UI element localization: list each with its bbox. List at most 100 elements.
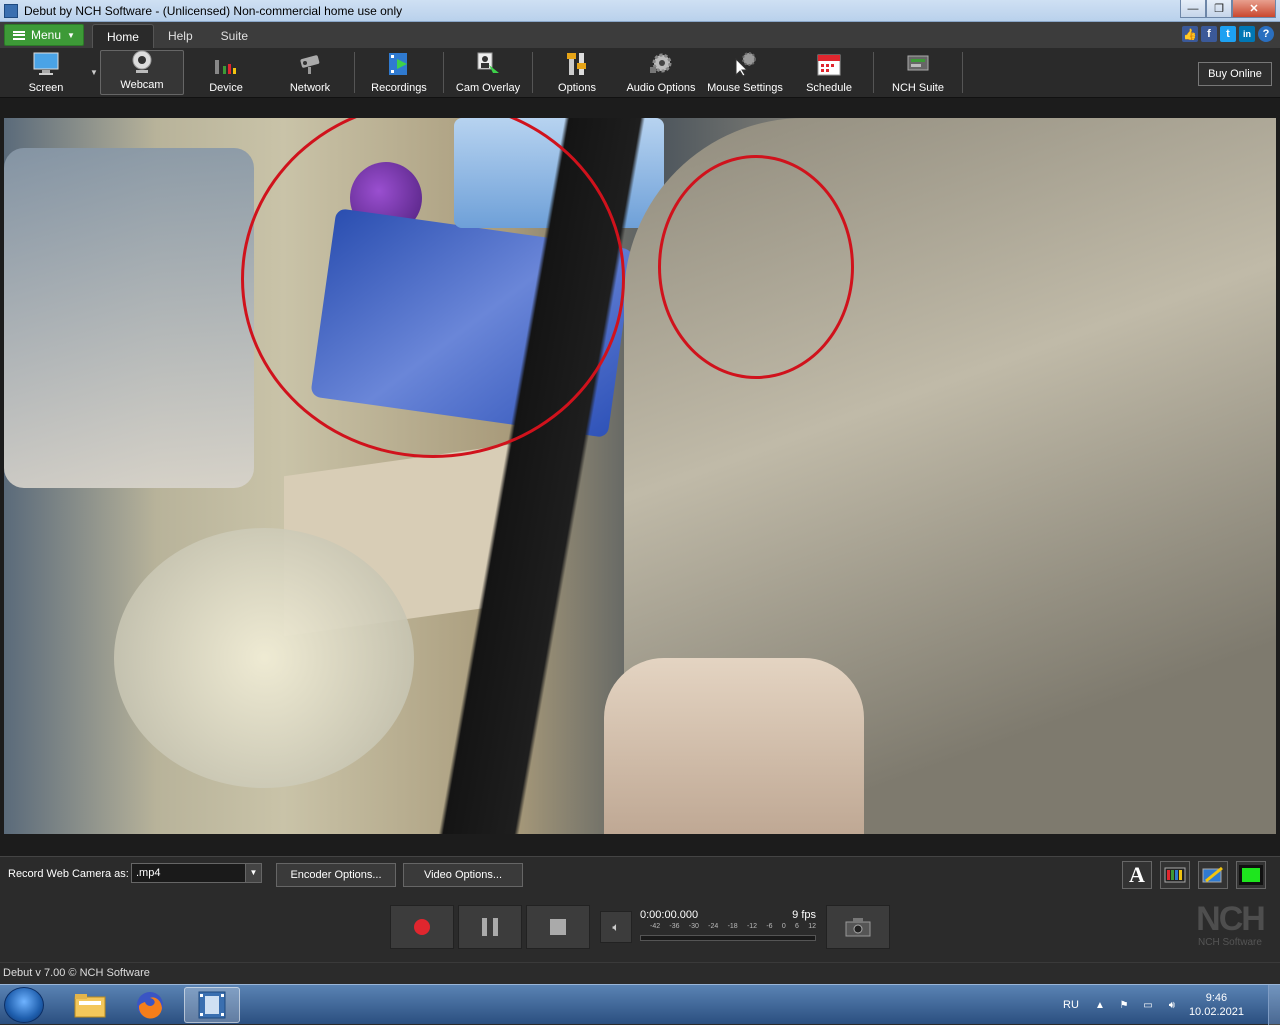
toolbar-separator bbox=[532, 52, 533, 93]
options-icon bbox=[563, 50, 591, 78]
window-title: Debut by NCH Software - (Unlicensed) Non… bbox=[24, 3, 403, 18]
close-button[interactable]: ✕ bbox=[1232, 0, 1276, 18]
tool-mouse-settings[interactable]: Mouse Settings bbox=[703, 48, 787, 97]
scale-tick: -12 bbox=[746, 923, 758, 930]
taskbar-debut[interactable] bbox=[184, 987, 240, 1023]
status-bar: Debut v 7.00 © NCH Software bbox=[0, 962, 1280, 984]
tool-webcam[interactable]: Webcam bbox=[100, 50, 184, 95]
chevron-down-icon: ▼ bbox=[67, 30, 75, 40]
tool-schedule[interactable]: Schedule bbox=[787, 48, 871, 97]
language-indicator[interactable]: RU bbox=[1063, 999, 1079, 1011]
menu-button[interactable]: Menu ▼ bbox=[4, 24, 84, 46]
tool-cam-overlay[interactable]: Cam Overlay bbox=[446, 48, 530, 97]
tool-options[interactable]: Options bbox=[535, 48, 619, 97]
record-as-label: Record Web Camera as: bbox=[8, 868, 129, 880]
encoder-options-button[interactable]: Encoder Options... bbox=[276, 863, 396, 887]
like-icon[interactable]: 👍 bbox=[1182, 26, 1198, 42]
taskbar-firefox[interactable] bbox=[122, 987, 178, 1023]
device-icon bbox=[212, 50, 240, 78]
tool-label: Cam Overlay bbox=[455, 82, 521, 94]
nch-logo-subtext: NCH Software bbox=[1198, 937, 1262, 948]
snapshot-button[interactable] bbox=[826, 905, 890, 949]
buy-online-button[interactable]: Buy Online bbox=[1198, 62, 1272, 86]
start-button[interactable] bbox=[4, 987, 44, 1023]
tool-audio-options[interactable]: Audio Options bbox=[619, 48, 703, 97]
format-select[interactable]: .mp4 ▼ bbox=[131, 863, 262, 883]
chevron-down-icon: ▼ bbox=[245, 864, 261, 882]
facebook-icon[interactable]: f bbox=[1201, 26, 1217, 42]
text-caption-button[interactable]: A bbox=[1122, 861, 1152, 889]
tab-suite[interactable]: Suite bbox=[207, 24, 262, 48]
tool-label: Device bbox=[209, 82, 243, 94]
pause-button[interactable] bbox=[458, 905, 522, 949]
nch-logo: NCH NCH Software bbox=[1188, 901, 1272, 948]
mouse-settings-icon bbox=[731, 50, 759, 78]
tray-expand-icon[interactable]: ▲ bbox=[1093, 998, 1107, 1012]
tool-nch-suite[interactable]: NCH Suite bbox=[876, 48, 960, 97]
fps-readout: 9 fps bbox=[792, 909, 816, 921]
level-meter: 0:00:00.000 9 fps -42 -36 -30 -24 -18 -1… bbox=[640, 909, 818, 949]
maximize-button[interactable]: ❐ bbox=[1206, 0, 1232, 18]
ribbon-tabs: Menu ▼ Home Help Suite 👍 f t in ? bbox=[0, 22, 1280, 48]
minimize-button[interactable]: — bbox=[1180, 0, 1206, 18]
twitter-icon[interactable]: t bbox=[1220, 26, 1236, 42]
pause-icon bbox=[482, 918, 498, 936]
tool-label: Recordings bbox=[371, 82, 427, 94]
nch-logo-text: NCH bbox=[1196, 900, 1266, 938]
hamburger-icon bbox=[13, 30, 25, 40]
tool-screen[interactable]: Screen bbox=[4, 48, 88, 97]
help-icon[interactable]: ? bbox=[1258, 26, 1274, 42]
app-icon bbox=[4, 3, 18, 18]
tab-home[interactable]: Home bbox=[91, 24, 154, 48]
network-icon[interactable]: ▭ bbox=[1141, 998, 1155, 1012]
clock[interactable]: 9:46 10.02.2021 bbox=[1189, 991, 1244, 1019]
color-adjust-button[interactable] bbox=[1160, 861, 1190, 889]
elapsed-time: 0:00:00.000 bbox=[640, 909, 699, 921]
toolbar-separator bbox=[962, 52, 963, 93]
green-screen-button[interactable] bbox=[1236, 861, 1266, 889]
format-value: .mp4 bbox=[136, 867, 161, 879]
text-icon: A bbox=[1129, 862, 1145, 887]
tool-label: Webcam bbox=[120, 79, 164, 91]
record-button[interactable] bbox=[390, 905, 454, 949]
scale-tick: -36 bbox=[669, 923, 680, 930]
firefox-icon bbox=[137, 992, 163, 1019]
menu-label: Menu bbox=[31, 28, 62, 42]
scale-tick: 6 bbox=[795, 923, 799, 930]
stop-button[interactable] bbox=[526, 905, 590, 949]
scale-tick: 0 bbox=[781, 923, 786, 930]
toolbar-separator bbox=[873, 52, 874, 93]
speaker-icon: 🔈︎ bbox=[612, 919, 620, 934]
taskbar-explorer[interactable] bbox=[62, 987, 118, 1023]
system-tray: RU ▲ ⚑ ▭ 🔊︎ 9:46 10.02.2021 bbox=[1063, 985, 1280, 1025]
toolbar: Screen ▼ Webcam Device Network Recording… bbox=[0, 48, 1280, 98]
calendar-icon bbox=[815, 50, 843, 78]
scale-tick: -24 bbox=[708, 923, 719, 930]
color-bars-icon bbox=[1164, 867, 1186, 883]
folder-icon bbox=[74, 994, 106, 1018]
tool-recordings[interactable]: Recordings bbox=[357, 48, 441, 97]
scale-tick: -6 bbox=[766, 923, 773, 930]
tool-device[interactable]: Device bbox=[184, 48, 268, 97]
tool-network[interactable]: Network bbox=[268, 48, 352, 97]
clock-time: 9:46 bbox=[1205, 992, 1228, 1004]
scale-tick: -30 bbox=[688, 923, 699, 930]
volume-button[interactable]: 🔈︎ bbox=[600, 911, 632, 943]
network-camera-icon bbox=[296, 50, 324, 78]
video-options-button[interactable]: Video Options... bbox=[403, 863, 523, 887]
tool-label: Options bbox=[558, 82, 596, 94]
audio-options-icon bbox=[647, 50, 675, 78]
tab-help[interactable]: Help bbox=[154, 24, 207, 48]
tool-label: NCH Suite bbox=[892, 82, 944, 94]
action-center-icon[interactable]: ⚑ bbox=[1117, 998, 1131, 1012]
title-bar: Debut by NCH Software - (Unlicensed) Non… bbox=[0, 0, 1280, 22]
effects-icon bbox=[1202, 866, 1223, 883]
video-effects-button[interactable] bbox=[1198, 861, 1228, 889]
volume-icon[interactable]: 🔊︎ bbox=[1165, 998, 1179, 1012]
cam-overlay-icon bbox=[474, 50, 502, 78]
show-desktop-button[interactable] bbox=[1268, 985, 1280, 1025]
scale-tick: -42 bbox=[650, 923, 661, 930]
linkedin-icon[interactable]: in bbox=[1239, 26, 1255, 42]
screen-dropdown-arrow[interactable]: ▼ bbox=[88, 48, 100, 97]
filmstrip-icon bbox=[1239, 865, 1263, 885]
